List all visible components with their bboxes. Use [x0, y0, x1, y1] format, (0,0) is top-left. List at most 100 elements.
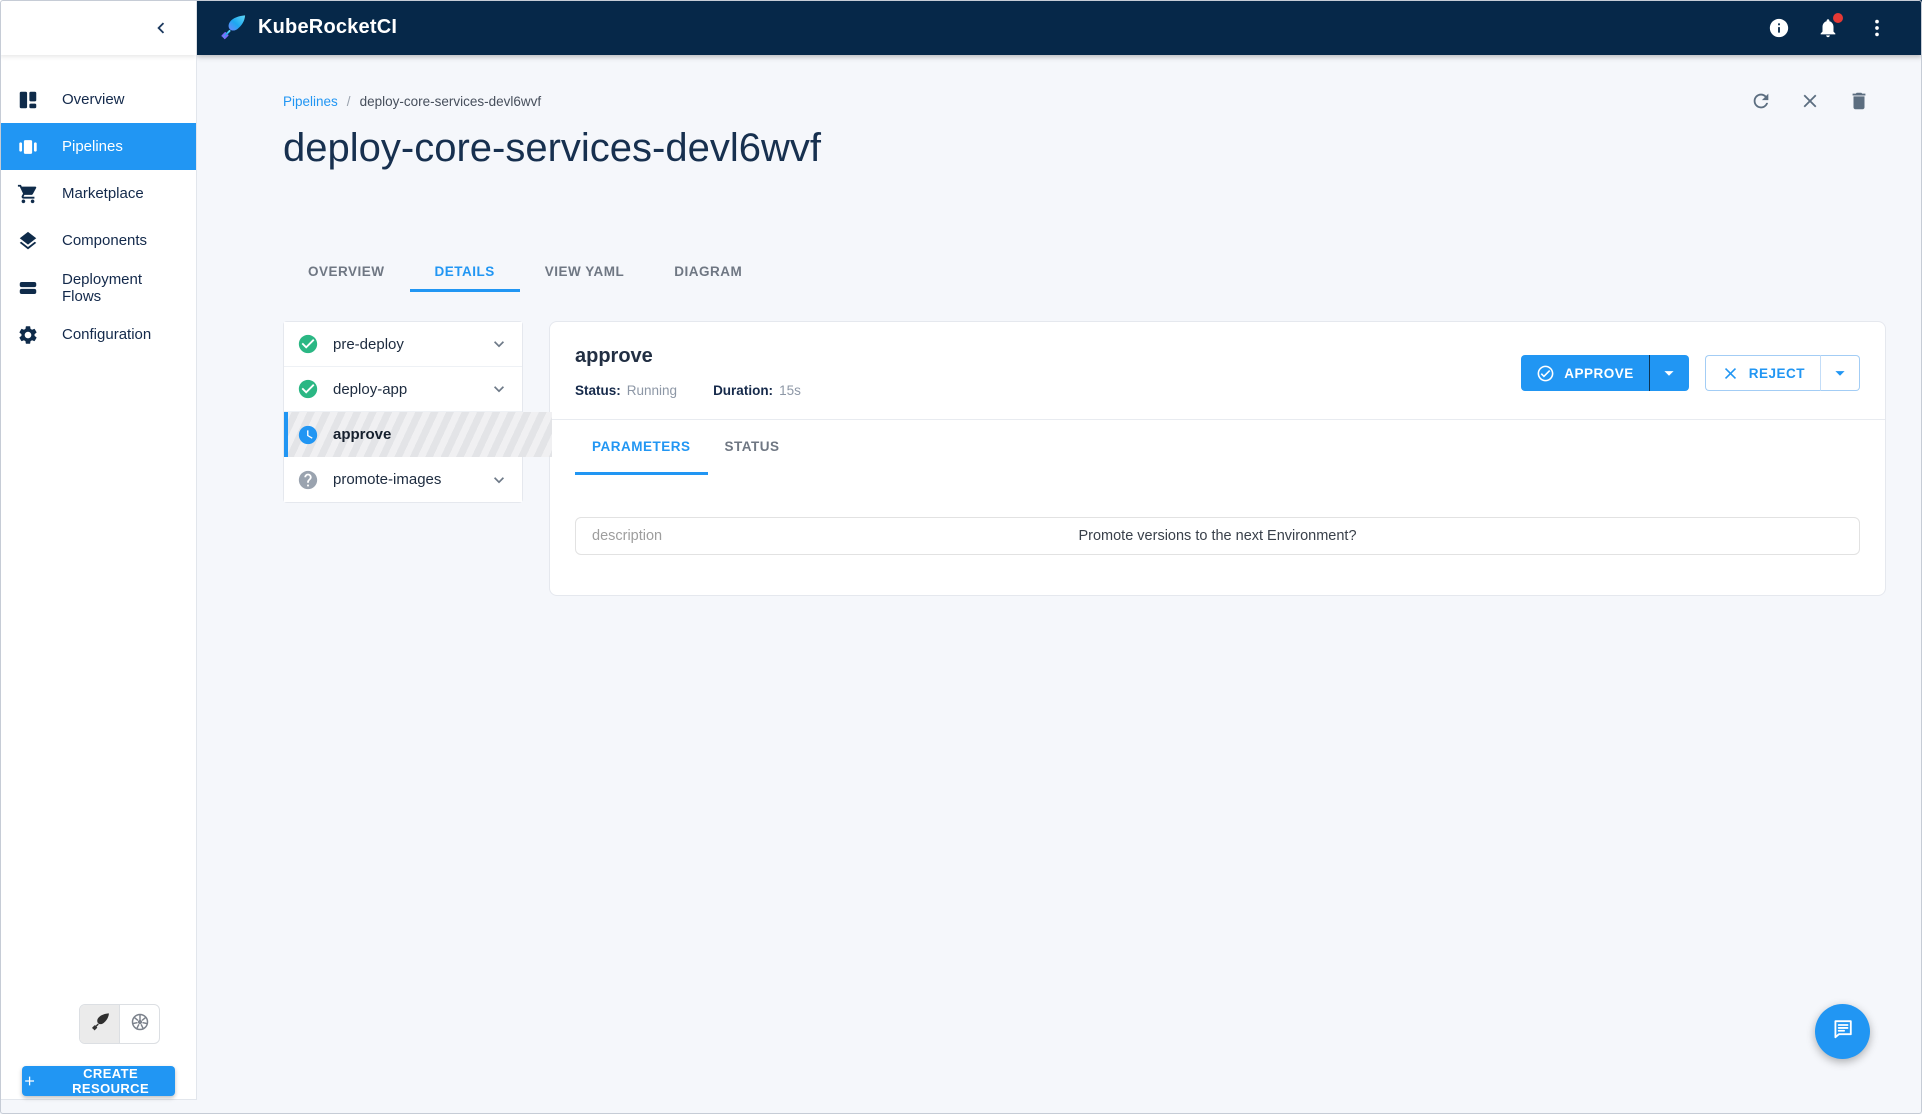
success-check-icon [297, 333, 319, 355]
sidebar-bottom: CREATE RESOURCE [0, 1004, 196, 1099]
reject-dropdown-arrow[interactable] [1820, 355, 1860, 391]
step-label: pre-deploy [333, 336, 404, 353]
main-content: Pipelines / deploy-core-services-devl6wv… [198, 55, 1922, 1114]
sidebar-item-deployment-flows[interactable]: Deployment Flows [0, 264, 196, 311]
shopping-cart-icon [17, 183, 39, 205]
create-resource-label: CREATE RESOURCE [46, 1066, 175, 1096]
approve-dropdown-arrow[interactable] [1649, 355, 1689, 391]
delete-trash-icon[interactable] [1848, 90, 1870, 112]
sidebar-item-components[interactable]: Components [0, 217, 196, 264]
refresh-icon[interactable] [1750, 90, 1772, 112]
gear-icon [17, 324, 39, 346]
tab-overview[interactable]: OVERVIEW [283, 254, 410, 292]
step-label: deploy-app [333, 381, 407, 398]
sidebar-item-pipelines[interactable]: Pipelines [0, 123, 196, 170]
step-row-approve[interactable]: approve [284, 412, 552, 457]
parameter-value: Promote versions to the next Environment… [576, 528, 1859, 544]
duration-value: 15s [779, 383, 801, 398]
rocket-icon [89, 1011, 111, 1038]
tab-status[interactable]: STATUS [708, 420, 797, 475]
notifications-bell-icon[interactable] [1817, 17, 1839, 39]
task-detail-panel: approve Status: Running Duration: 15s [549, 321, 1886, 596]
sidebar-item-label: Overview [62, 91, 125, 108]
info-icon[interactable] [1768, 17, 1790, 39]
dashboard-icon [17, 89, 39, 111]
status-value: Running [627, 383, 677, 398]
breadcrumb-separator: / [347, 94, 351, 109]
status-label: Status: [575, 383, 621, 398]
page-tabs: OVERVIEW DETAILS VIEW YAML DIAGRAM [283, 254, 1886, 292]
topbar-actions [1768, 17, 1902, 39]
sidebar-header [0, 0, 196, 55]
breadcrumb-current: deploy-core-services-devl6wvf [360, 94, 542, 109]
chevron-down-icon[interactable] [489, 470, 509, 490]
pipeline-steps-list: pre-deploy deploy-app [283, 321, 523, 503]
duration-label: Duration: [713, 383, 773, 398]
create-resource-button[interactable]: CREATE RESOURCE [22, 1066, 175, 1096]
parameter-name: description [592, 528, 662, 544]
page-title: deploy-core-services-devl6wvf [283, 126, 1886, 170]
tab-diagram[interactable]: DIAGRAM [649, 254, 767, 292]
sidebar-item-label: Marketplace [62, 185, 144, 202]
breadcrumb: Pipelines / deploy-core-services-devl6wv… [283, 94, 541, 109]
arrow-drop-down-icon [1658, 362, 1680, 384]
check-circle-icon [1536, 364, 1555, 383]
page-actions [1750, 90, 1870, 112]
chat-bubble-icon [1830, 1016, 1856, 1047]
reject-button-label: REJECT [1749, 366, 1805, 381]
task-tabs: PARAMETERS STATUS [575, 420, 1860, 475]
success-check-icon [297, 378, 319, 400]
kubernetes-view-toggle[interactable] [120, 1005, 159, 1043]
chevron-down-icon[interactable] [489, 379, 509, 399]
chat-fab-button[interactable] [1815, 1004, 1870, 1059]
brand: KubeRocketCI [217, 12, 397, 43]
topbar: KubeRocketCI [197, 0, 1922, 55]
close-x-icon [1721, 364, 1740, 383]
cancel-pipeline-icon[interactable] [1799, 90, 1821, 112]
arrow-drop-down-icon [1829, 362, 1851, 384]
step-row-deploy-app[interactable]: deploy-app [284, 367, 522, 412]
notification-badge [1833, 13, 1843, 23]
kubernetes-helm-icon [129, 1011, 151, 1038]
running-clock-icon [297, 424, 319, 446]
pipelines-icon [17, 136, 39, 158]
sidebar-collapse-icon[interactable] [150, 17, 172, 39]
step-row-promote-images[interactable]: promote-images [284, 457, 522, 502]
task-header-block: approve Status: Running Duration: 15s [575, 344, 801, 398]
duration-pair: Duration: 15s [713, 383, 801, 398]
resource-view-toggle [79, 1004, 160, 1044]
step-label: promote-images [333, 471, 441, 488]
pending-question-icon [297, 469, 319, 491]
sidebar-item-configuration[interactable]: Configuration [0, 311, 196, 358]
approve-button-label: APPROVE [1564, 366, 1634, 381]
rocket-view-toggle[interactable] [80, 1005, 120, 1043]
sidebar: Overview Pipelines Marketplace Component… [0, 0, 197, 1100]
reject-split-button: REJECT [1705, 355, 1860, 391]
step-row-pre-deploy[interactable]: pre-deploy [284, 322, 522, 367]
sidebar-item-label: Components [62, 232, 147, 249]
parameter-row-description: description Promote versions to the next… [575, 517, 1860, 555]
sidebar-item-label: Deployment Flows [62, 271, 179, 305]
chevron-down-icon[interactable] [489, 334, 509, 354]
step-label: approve [333, 426, 391, 443]
reject-button[interactable]: REJECT [1705, 355, 1820, 391]
tab-parameters[interactable]: PARAMETERS [575, 420, 708, 475]
stacked-bars-icon [17, 277, 39, 299]
task-title: approve [575, 344, 801, 368]
sidebar-menu: Overview Pipelines Marketplace Component… [0, 76, 196, 358]
brand-name: KubeRocketCI [258, 16, 397, 39]
tab-view-yaml[interactable]: VIEW YAML [520, 254, 650, 292]
breadcrumb-pipelines-link[interactable]: Pipelines [283, 94, 338, 109]
sidebar-item-overview[interactable]: Overview [0, 76, 196, 123]
tab-details[interactable]: DETAILS [410, 254, 520, 292]
status-pair: Status: Running [575, 383, 677, 398]
plus-icon [22, 1073, 37, 1089]
sidebar-item-label: Configuration [62, 326, 151, 343]
sidebar-item-marketplace[interactable]: Marketplace [0, 170, 196, 217]
approve-split-button: APPROVE [1521, 355, 1689, 391]
kebab-menu-icon[interactable] [1866, 17, 1888, 39]
layers-icon [17, 230, 39, 252]
rocket-logo-icon [217, 12, 248, 43]
sidebar-item-label: Pipelines [62, 138, 123, 155]
approve-button[interactable]: APPROVE [1521, 355, 1649, 391]
